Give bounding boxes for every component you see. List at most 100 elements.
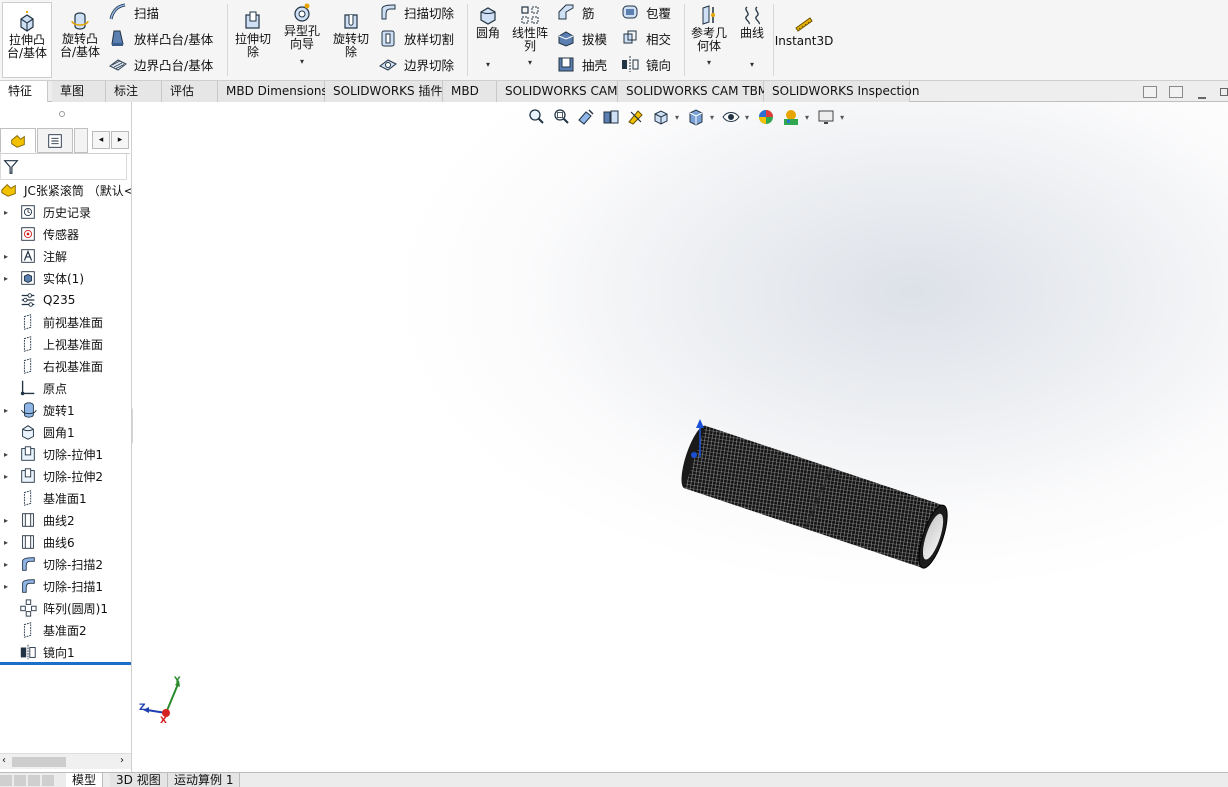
tab-solidworks-inspection[interactable]: SOLIDWORKS Inspection xyxy=(764,81,919,102)
tab-features[interactable]: 特征 xyxy=(0,81,48,103)
edit-appearance-icon[interactable] xyxy=(755,107,777,127)
display-style-icon[interactable] xyxy=(685,107,707,127)
boundary-cut-button[interactable]: 边界切除 xyxy=(378,53,454,75)
first-tab-icon[interactable] xyxy=(0,775,12,786)
apply-scene-dropdown[interactable]: ▾ xyxy=(805,113,809,122)
restore-window-icon[interactable] xyxy=(1143,86,1157,98)
tree-item[interactable]: 圆角1 xyxy=(0,421,131,443)
fm-tab-scroll-left[interactable]: ◂ xyxy=(92,131,110,149)
extrude-cut-button[interactable]: 拉伸切 除 xyxy=(231,10,275,59)
tree-item[interactable]: 传感器 xyxy=(0,223,131,245)
tab-property-manager[interactable] xyxy=(37,128,73,153)
hide-show-dropdown[interactable]: ▾ xyxy=(745,113,749,122)
expand-arrow-icon[interactable]: ▸ xyxy=(4,252,12,261)
revolve-boss-button[interactable]: 旋转凸 台/基体 xyxy=(56,10,104,59)
loft-cut-button[interactable]: 放样切割 xyxy=(378,27,454,49)
tab-sketch[interactable]: 草图 xyxy=(52,81,106,102)
view-settings-icon[interactable] xyxy=(815,107,837,127)
tree-item[interactable]: 右视基准面 xyxy=(0,355,131,377)
tree-item[interactable]: ▸ 切除-扫描1 xyxy=(0,575,131,597)
tree-item[interactable]: ▸ 注解 xyxy=(0,245,131,267)
graphics-area[interactable] xyxy=(133,102,1228,772)
extrude-boss-button[interactable]: 拉伸凸 台/基体 xyxy=(2,2,52,78)
tab-solidworks-addins[interactable]: SOLIDWORKS 插件 xyxy=(325,81,443,102)
hide-show-items-icon[interactable] xyxy=(720,107,742,127)
boundary-boss-button[interactable]: 边界凸台/基体 xyxy=(108,53,213,75)
tab-motion-study[interactable]: 运动算例 1 xyxy=(168,773,241,787)
panel-grip-icon[interactable] xyxy=(59,111,65,117)
tree-item[interactable]: 前视基准面 xyxy=(0,311,131,333)
tree-item[interactable]: Q235 xyxy=(0,289,131,311)
view-orientation-icon[interactable] xyxy=(650,107,672,127)
expand-arrow-icon[interactable]: ▸ xyxy=(4,406,12,415)
curves-dropdown[interactable]: ▾ xyxy=(750,60,754,69)
wrap-button[interactable]: 包覆 xyxy=(620,1,671,23)
fillet-button[interactable]: 圆角 ▾ xyxy=(470,4,506,69)
previous-tab-icon[interactable] xyxy=(14,775,26,786)
loft-boss-button[interactable]: 放样凸台/基体 xyxy=(108,27,213,49)
tree-item[interactable]: 镜向1 xyxy=(0,641,131,663)
last-tab-icon[interactable] xyxy=(42,775,54,786)
display-style-dropdown[interactable]: ▾ xyxy=(710,113,714,122)
instant3d-button[interactable]: Instant3D xyxy=(775,12,833,48)
mirror-button[interactable]: 镜向 xyxy=(620,53,671,75)
tab-model[interactable]: 模型 xyxy=(66,773,104,787)
expand-arrow-icon[interactable]: ▸ xyxy=(4,274,12,283)
zoom-to-area-icon[interactable] xyxy=(550,107,572,127)
tree-item[interactable]: 阵列(圆周)1 xyxy=(0,597,131,619)
tree-item[interactable]: 基准面1 xyxy=(0,487,131,509)
tab-markup[interactable]: 标注 xyxy=(106,81,162,102)
fm-horizontal-scrollbar[interactable]: ‹ › xyxy=(0,753,131,769)
draft-button[interactable]: 拔模 xyxy=(556,27,607,49)
tree-item[interactable]: ▸ 切除-拉伸1 xyxy=(0,443,131,465)
tab-evaluate[interactable]: 评估 xyxy=(162,81,218,102)
zoom-to-fit-icon[interactable] xyxy=(525,107,547,127)
tree-item[interactable]: ▸ 切除-扫描2 xyxy=(0,553,131,575)
revolve-cut-button[interactable]: 旋转切 除 xyxy=(329,10,373,59)
reference-geometry-dropdown[interactable]: ▾ xyxy=(707,58,711,67)
curves-button[interactable]: 曲线 ▾ xyxy=(734,4,770,69)
rib-button[interactable]: 筋 xyxy=(556,1,595,23)
fillet-dropdown[interactable]: ▾ xyxy=(486,60,490,69)
expand-arrow-icon[interactable]: ▸ xyxy=(4,208,12,217)
tile-window-icon[interactable] xyxy=(1169,86,1183,98)
tree-item[interactable]: ▸ 曲线2 xyxy=(0,509,131,531)
tree-item[interactable]: ▸ 切除-拉伸2 xyxy=(0,465,131,487)
tab-mbd[interactable]: MBD xyxy=(443,81,497,102)
expand-arrow-icon[interactable]: ▸ xyxy=(4,516,12,525)
linear-pattern-dropdown[interactable]: ▾ xyxy=(528,58,532,67)
view-settings-dropdown[interactable]: ▾ xyxy=(840,113,844,122)
reference-geometry-button[interactable]: 参考几 何体 ▾ xyxy=(687,4,731,67)
rollback-bar[interactable] xyxy=(0,662,131,665)
tab-nav-buttons[interactable] xyxy=(0,775,60,786)
previous-view-icon[interactable] xyxy=(575,107,597,127)
shell-button[interactable]: 抽壳 xyxy=(556,53,607,75)
tab-mbd-dimensions[interactable]: MBD Dimensions xyxy=(218,81,328,102)
expand-arrow-icon[interactable]: ▸ xyxy=(4,538,12,547)
scroll-thumb[interactable] xyxy=(12,757,66,767)
hole-wizard-dropdown[interactable]: ▾ xyxy=(300,57,304,66)
tree-item[interactable]: 上视基准面 xyxy=(0,333,131,355)
view-orientation-dropdown[interactable]: ▾ xyxy=(675,113,679,122)
roller-model[interactable] xyxy=(133,102,1228,772)
tab-feature-tree[interactable] xyxy=(0,128,36,153)
hole-wizard-button[interactable]: 异型孔 向导 ▾ xyxy=(279,2,325,66)
tree-item[interactable]: 原点 xyxy=(0,377,131,399)
minimize-icon[interactable] xyxy=(1198,97,1206,99)
tree-item[interactable]: ▸ 历史记录 xyxy=(0,201,131,223)
expand-arrow-icon[interactable]: ▸ xyxy=(4,472,12,481)
filter-icon[interactable] xyxy=(2,158,20,176)
expand-arrow-icon[interactable]: ▸ xyxy=(4,582,12,591)
dynamic-annotation-icon[interactable] xyxy=(625,107,647,127)
maximize-icon[interactable] xyxy=(1220,88,1228,96)
fm-tab-scroll-right[interactable]: ▸ xyxy=(111,131,129,149)
filter-bar[interactable] xyxy=(0,154,127,180)
tree-item[interactable]: ▸ 旋转1 xyxy=(0,399,131,421)
tab-3d-views[interactable]: 3D 视图 xyxy=(110,773,168,787)
section-view-icon[interactable] xyxy=(600,107,622,127)
apply-scene-icon[interactable] xyxy=(780,107,802,127)
tab-solidworks-cam[interactable]: SOLIDWORKS CAM xyxy=(497,81,618,102)
linear-pattern-button[interactable]: 线性阵 列 ▾ xyxy=(508,4,552,67)
scroll-left-arrow[interactable]: ‹ xyxy=(2,755,6,766)
next-tab-icon[interactable] xyxy=(28,775,40,786)
